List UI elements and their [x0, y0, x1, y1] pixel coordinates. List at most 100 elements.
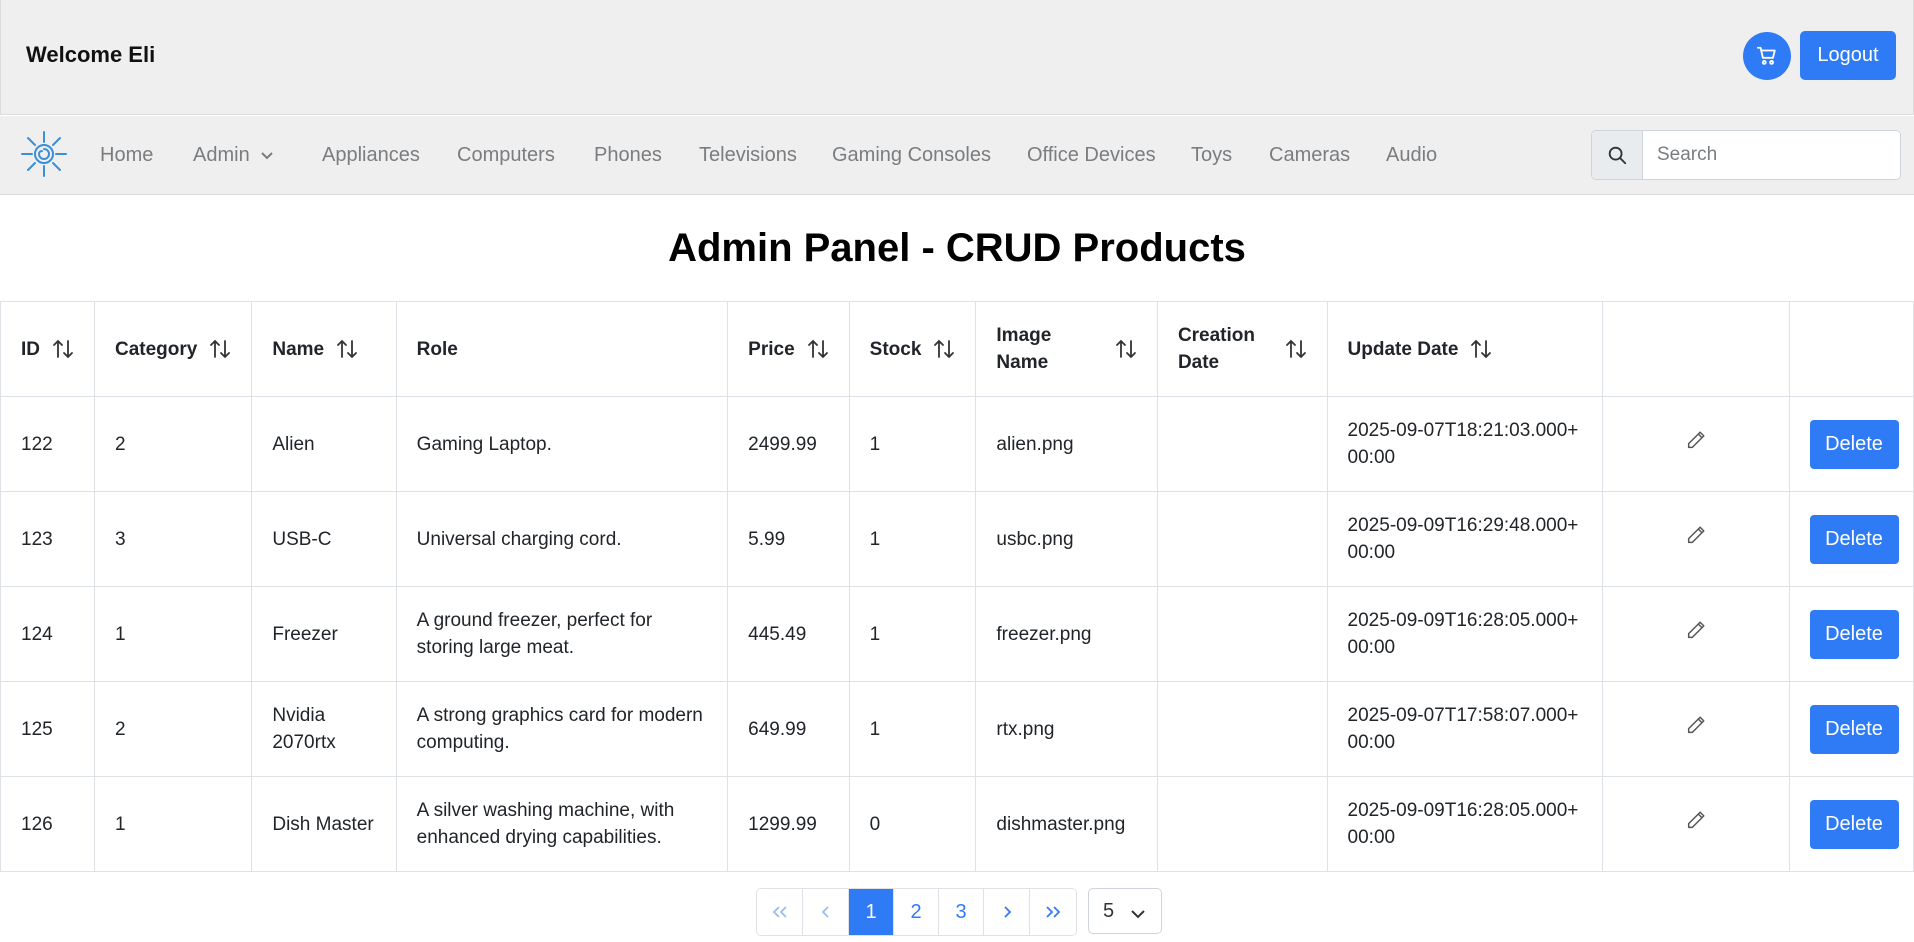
chevron-left-icon — [821, 906, 829, 918]
cell-category: 2 — [93, 681, 253, 777]
cell-stock: 1 — [848, 491, 977, 587]
col-role: Role — [395, 301, 729, 397]
cell-image-name: dishmaster.png — [975, 776, 1158, 872]
nav-appliances[interactable]: Appliances — [322, 144, 420, 167]
search-icon — [1608, 146, 1627, 165]
cell-id: 126 — [0, 776, 95, 872]
cell-image-name: freezer.png — [975, 586, 1158, 682]
pencil-icon[interactable] — [1685, 714, 1707, 736]
next-page-button[interactable] — [984, 889, 1030, 935]
delete-button[interactable]: Delete — [1809, 704, 1899, 754]
delete-cell: Delete — [1788, 491, 1914, 587]
nav-phones[interactable]: Phones — [594, 144, 662, 167]
page-button-1[interactable]: 1 — [849, 889, 894, 935]
table-row: 122 2 Alien Gaming Laptop. 2499.99 1 ali… — [0, 396, 1914, 492]
col-id[interactable]: ID — [0, 301, 95, 397]
sort-icon[interactable] — [209, 338, 231, 360]
nav-office-devices[interactable]: Office Devices — [1027, 144, 1156, 167]
last-page-button[interactable] — [1030, 889, 1076, 935]
col-stock-label: Stock — [869, 338, 922, 360]
prev-page-button[interactable] — [803, 889, 849, 935]
col-update-date-label: Update Date — [1347, 338, 1459, 360]
table-row: 123 3 USB-C Universal charging cord. 5.9… — [0, 491, 1914, 587]
col-name[interactable]: Name — [251, 301, 397, 397]
cell-stock: 1 — [848, 396, 977, 492]
col-price-label: Price — [748, 338, 795, 360]
pencil-icon[interactable] — [1685, 524, 1707, 546]
cell-stock: 0 — [848, 776, 977, 872]
col-creation-date[interactable]: Creation Date — [1156, 301, 1328, 397]
cell-price: 5.99 — [727, 491, 850, 587]
nav-toys[interactable]: Toys — [1191, 144, 1232, 167]
sort-icon[interactable] — [1115, 338, 1137, 360]
sort-icon[interactable] — [336, 338, 358, 360]
delete-cell: Delete — [1788, 586, 1914, 682]
pencil-icon[interactable] — [1685, 619, 1707, 641]
cell-price: 1299.99 — [727, 776, 850, 872]
edit-cell — [1602, 396, 1790, 492]
delete-button[interactable]: Delete — [1809, 609, 1899, 659]
cell-price: 445.49 — [727, 586, 850, 682]
cart-button[interactable] — [1743, 32, 1791, 80]
page-size-select[interactable]: 5 — [1088, 888, 1162, 934]
cell-category: 1 — [93, 776, 253, 872]
col-creation-date-label: Creation Date — [1177, 325, 1256, 373]
col-category-label: Category — [115, 338, 198, 360]
nav-admin-label: Admin — [193, 144, 250, 166]
delete-cell: Delete — [1788, 396, 1914, 492]
cell-id: 122 — [0, 396, 95, 492]
welcome-text: Welcome Eli — [26, 42, 156, 67]
pencil-icon[interactable] — [1685, 429, 1707, 451]
page-button-2[interactable]: 2 — [894, 889, 939, 935]
nav-computers[interactable]: Computers — [457, 144, 555, 167]
nav-home[interactable]: Home — [100, 144, 153, 167]
products-table: ID Category Name Role Price Stock Image … — [0, 301, 1914, 872]
col-update-date[interactable]: Update Date — [1326, 301, 1604, 397]
delete-cell: Delete — [1788, 681, 1914, 777]
logout-button[interactable]: Logout — [1800, 31, 1896, 80]
cell-name: Freezer — [251, 586, 397, 682]
nav-televisions[interactable]: Televisions — [699, 144, 797, 167]
logo-icon[interactable] — [20, 130, 68, 178]
page-button-3[interactable]: 3 — [939, 889, 984, 935]
sort-icon[interactable] — [1470, 338, 1492, 360]
delete-button[interactable]: Delete — [1809, 514, 1899, 564]
double-chevron-right-icon — [1046, 906, 1061, 918]
search-input[interactable] — [1643, 131, 1900, 179]
sort-icon[interactable] — [52, 338, 74, 360]
page-size-value: 5 — [1103, 899, 1115, 922]
col-category[interactable]: Category — [93, 301, 253, 397]
cell-creation-date — [1156, 396, 1328, 492]
chevron-right-icon — [1003, 906, 1011, 918]
cell-role: A strong graphics card for modern comput… — [395, 681, 729, 777]
sort-icon[interactable] — [933, 338, 955, 360]
cell-id: 125 — [0, 681, 95, 777]
search-group — [1591, 130, 1901, 180]
table-row: 124 1 Freezer A ground freezer, perfect … — [0, 586, 1914, 682]
first-page-button[interactable] — [757, 889, 803, 935]
col-price[interactable]: Price — [727, 301, 850, 397]
cell-category: 3 — [93, 491, 253, 587]
cart-icon — [1756, 46, 1776, 65]
delete-button[interactable]: Delete — [1809, 799, 1899, 849]
nav-admin-dropdown[interactable]: Admin — [193, 144, 274, 167]
double-chevron-left-icon — [772, 906, 787, 918]
edit-cell — [1602, 586, 1790, 682]
pencil-icon[interactable] — [1685, 809, 1707, 831]
col-role-label: Role — [416, 338, 458, 360]
cell-creation-date — [1156, 491, 1328, 587]
sort-icon[interactable] — [807, 338, 829, 360]
cell-role: A silver washing machine, with enhanced … — [395, 776, 729, 872]
col-stock[interactable]: Stock — [848, 301, 977, 397]
col-image-name[interactable]: Image Name — [975, 301, 1158, 397]
nav-audio[interactable]: Audio — [1386, 144, 1437, 167]
search-button[interactable] — [1592, 131, 1643, 179]
delete-button[interactable]: Delete — [1809, 419, 1899, 469]
nav-cameras[interactable]: Cameras — [1269, 144, 1350, 167]
cell-creation-date — [1156, 681, 1328, 777]
cell-image-name: alien.png — [975, 396, 1158, 492]
nav-gaming-consoles[interactable]: Gaming Consoles — [832, 144, 991, 167]
sort-icon[interactable] — [1285, 338, 1307, 360]
cell-image-name: rtx.png — [975, 681, 1158, 777]
cell-image-name: usbc.png — [975, 491, 1158, 587]
